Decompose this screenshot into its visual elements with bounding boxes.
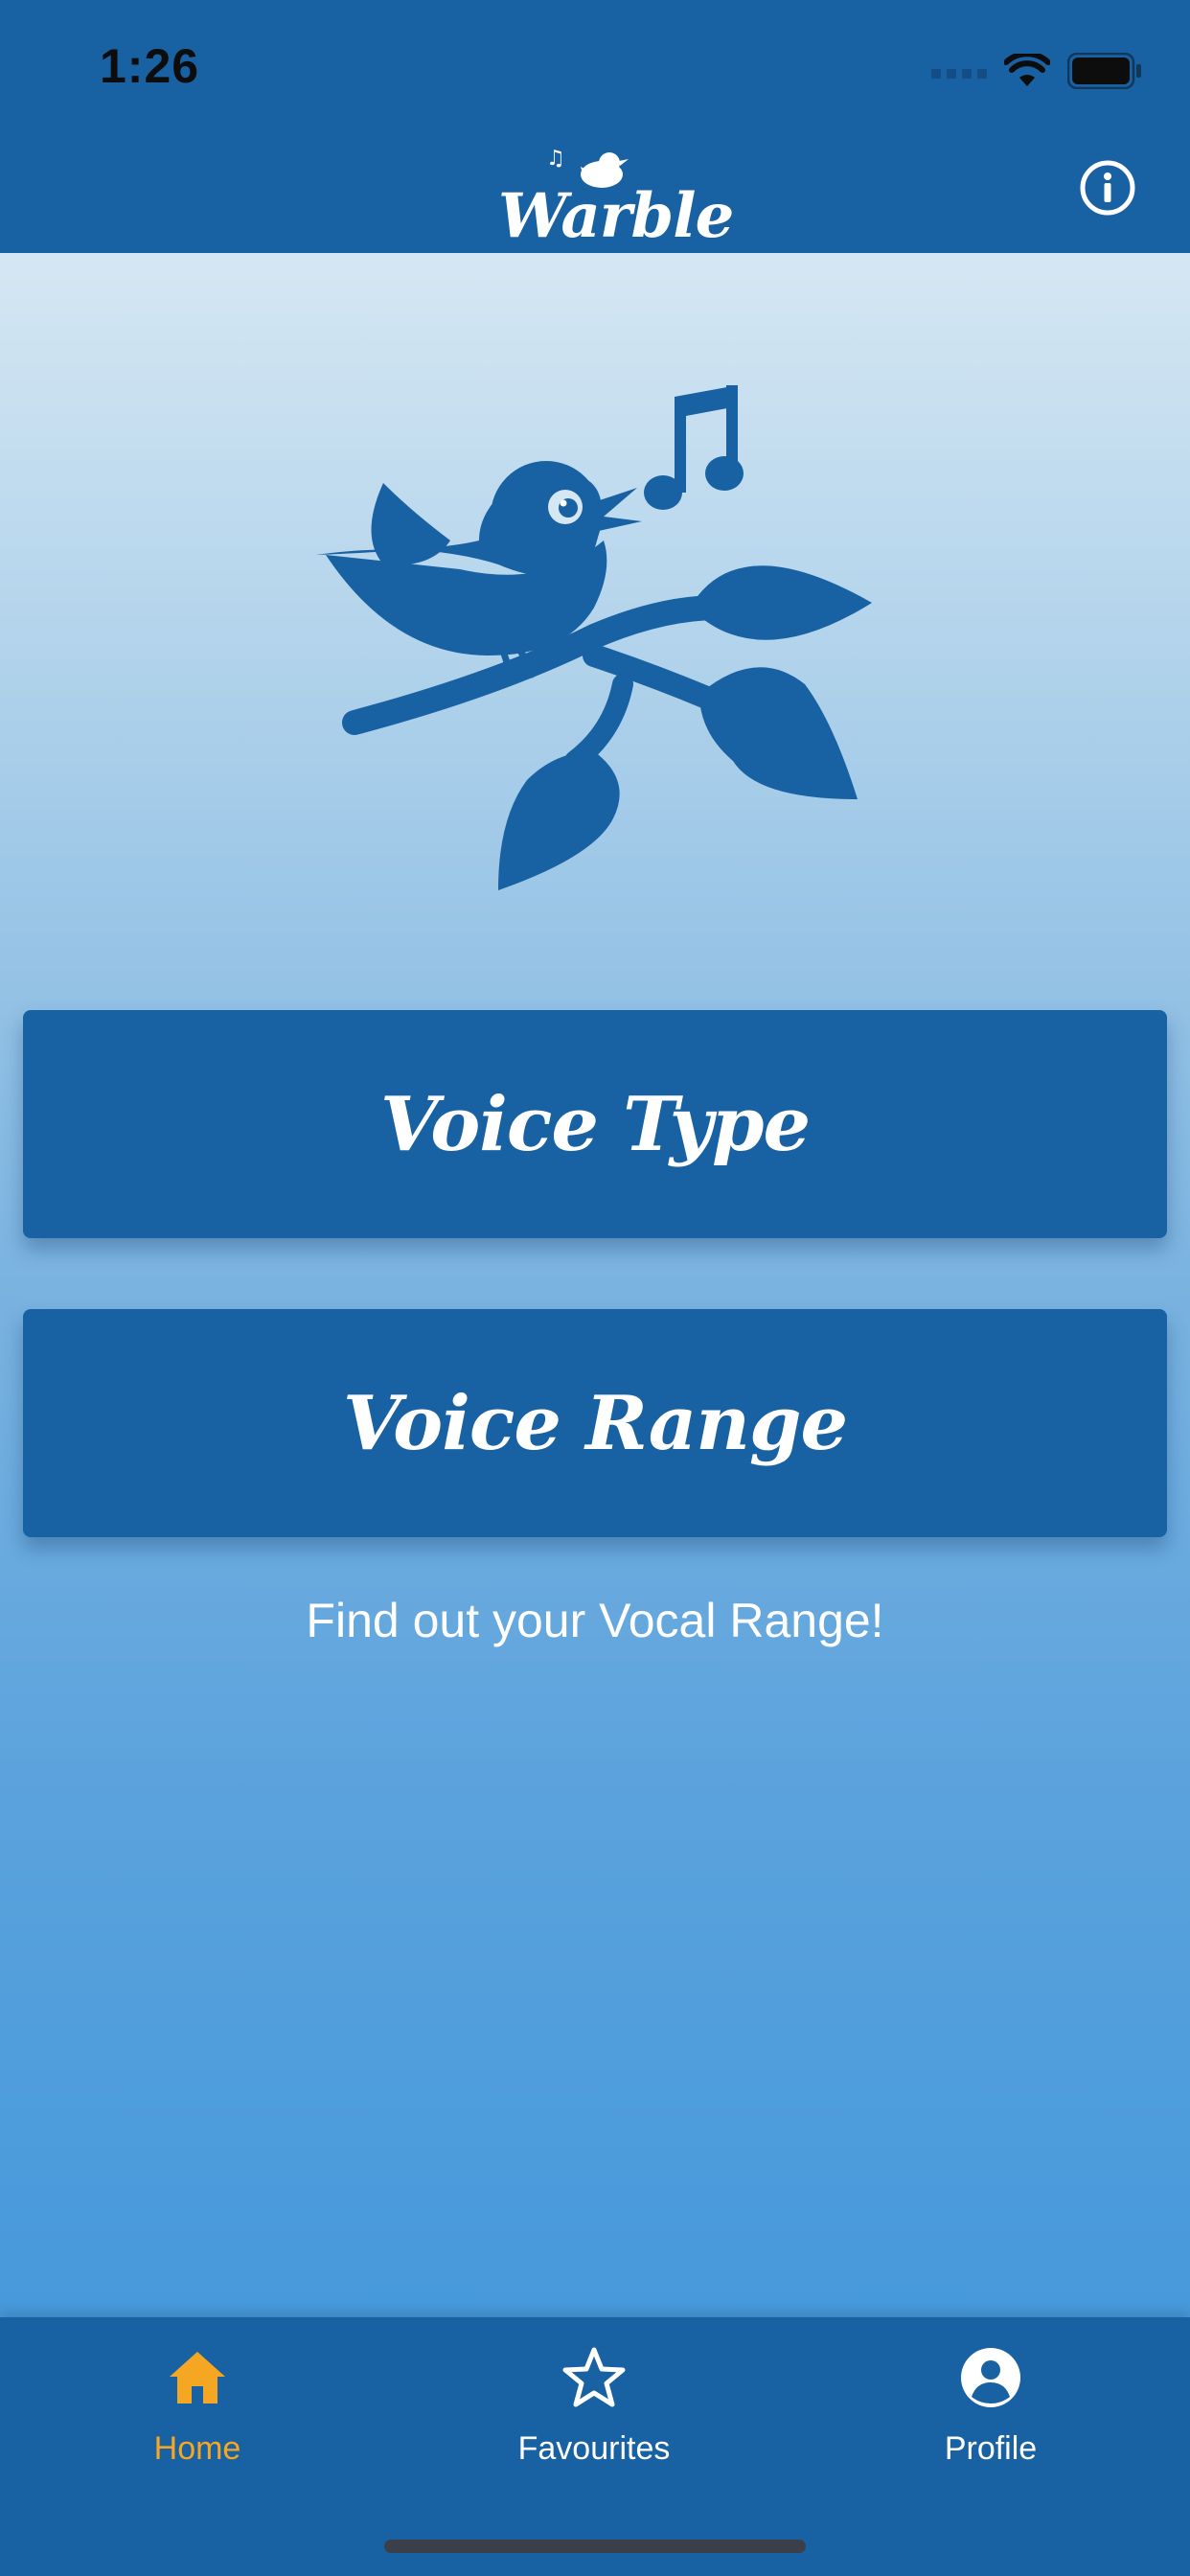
vocal-range-hint: Find out your Vocal Range! [306, 1594, 884, 1647]
voice-type-button[interactable]: Voice Type [23, 1010, 1167, 1238]
logo-text: Warble [498, 180, 734, 252]
app-logo: ♫ Warble [494, 142, 734, 252]
music-note-icon [644, 385, 744, 510]
star-icon [562, 2347, 626, 2407]
wifi-icon [1004, 54, 1050, 86]
status-bar: 1:26 [0, 0, 1190, 134]
main-content: Voice Type Voice Range Find out your Voc… [0, 253, 1190, 2317]
tab-bar: Home Favourites Profile [0, 2317, 1190, 2576]
battery-icon [1067, 53, 1141, 89]
home-indicator [384, 2540, 806, 2553]
status-icons [931, 50, 1142, 92]
profile-icon [961, 2348, 1020, 2407]
tab-favourites[interactable]: Favourites [450, 2344, 738, 2488]
tab-home[interactable]: Home [54, 2344, 341, 2488]
bird-on-branch-illustration [316, 385, 872, 890]
home-icon [170, 2352, 225, 2404]
tab-profile[interactable]: Profile [847, 2344, 1134, 2488]
nav-bar: ♫ Warble [0, 134, 1190, 253]
voice-range-button[interactable]: Voice Range [23, 1309, 1167, 1537]
tab-favourites-label: Favourites [517, 2430, 671, 2467]
tab-profile-label: Profile [944, 2430, 1038, 2467]
signal-icon [931, 69, 987, 79]
info-icon[interactable] [1079, 159, 1136, 217]
svg-text:♫: ♫ [546, 147, 565, 171]
status-time: 1:26 [100, 39, 200, 93]
tab-home-label: Home [153, 2430, 241, 2467]
